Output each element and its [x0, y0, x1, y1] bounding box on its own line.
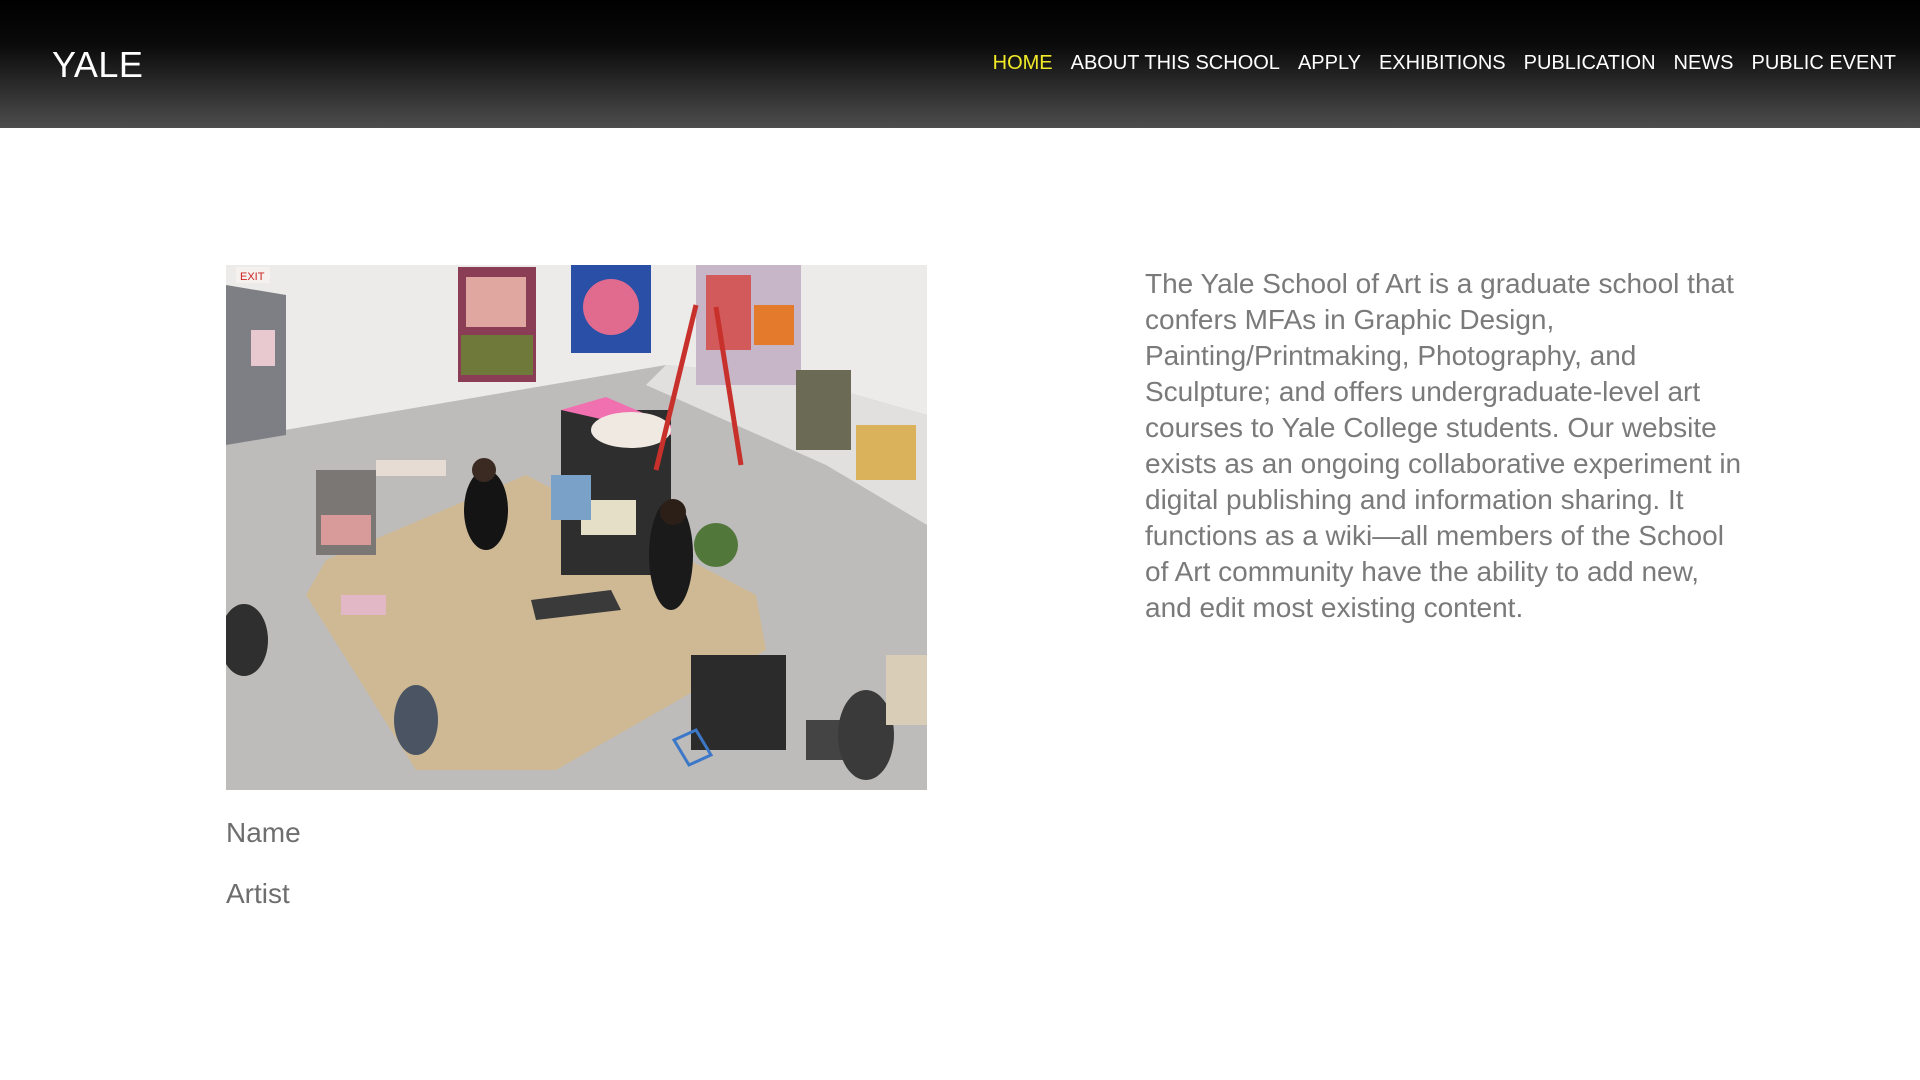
artist-name-label: Name: [226, 817, 301, 848]
exit-sign: EXIT: [240, 271, 265, 283]
nav-exhibitions[interactable]: EXHIBITIONS: [1379, 52, 1506, 75]
nav-about-this-school[interactable]: ABOUT THIS SCHOOL: [1071, 52, 1280, 75]
school-intro-text: The Yale School of Art is a graduate sch…: [1145, 268, 1742, 623]
nav-publication[interactable]: PUBLICATION: [1524, 52, 1656, 75]
studio-photo[interactable]: EXIT: [226, 265, 927, 790]
artist-role-label: Artist: [226, 878, 290, 909]
nav-news[interactable]: NEWS: [1674, 52, 1734, 75]
nav-home[interactable]: HOME: [993, 52, 1053, 75]
site-logo[interactable]: YALE: [52, 44, 143, 86]
site-header: YALE HOME ABOUT THIS SCHOOL APPLY EXHIBI…: [0, 0, 1920, 128]
nav-apply[interactable]: APPLY: [1298, 52, 1361, 75]
nav-public-event[interactable]: PUBLIC EVENT: [1752, 52, 1896, 75]
main-nav: HOME ABOUT THIS SCHOOL APPLY EXHIBITIONS…: [993, 52, 1896, 75]
